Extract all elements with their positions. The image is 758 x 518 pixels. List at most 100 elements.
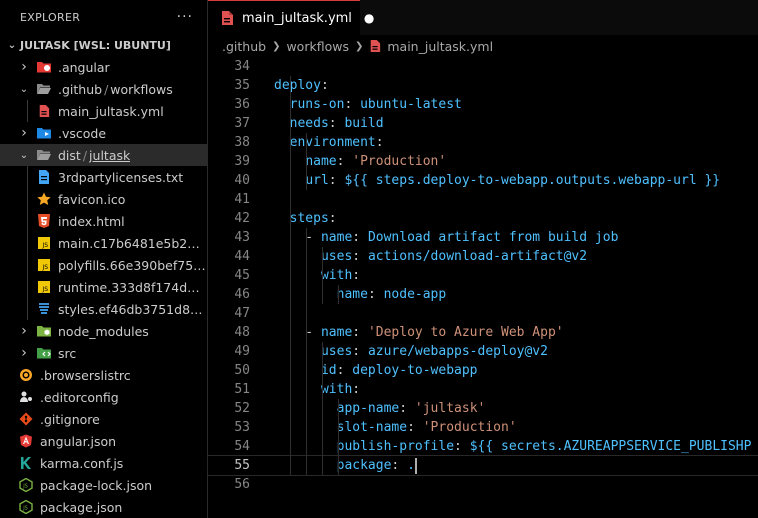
- tree-item-sublabel: workflows: [110, 81, 173, 97]
- tree-item[interactable]: › node_modules: [0, 320, 207, 342]
- tree-item[interactable]: ⌄ .github / workflows: [0, 78, 207, 100]
- tree-item-label: favicon.ico: [58, 191, 126, 207]
- code-token: 'Production': [352, 154, 447, 169]
- code-text: - name: Download artifact from build job: [274, 228, 618, 247]
- code-token: slot-name: [336, 420, 408, 435]
- line-number: 54: [234, 439, 250, 454]
- line-number: 34: [234, 59, 250, 74]
- code-token: environment: [289, 135, 376, 150]
- tree-item[interactable]: favicon.ico: [0, 188, 207, 210]
- line-number: 51: [234, 382, 250, 397]
- code-line[interactable]: 34: [208, 57, 758, 76]
- breadcrumb-item[interactable]: main_jultask.yml: [387, 39, 493, 54]
- tree-item[interactable]: › .angular: [0, 56, 207, 78]
- tree-item[interactable]: 3rdpartylicenses.txt: [0, 166, 207, 188]
- code-token: node-app: [383, 287, 447, 302]
- code-text: id: deploy-to-webapp: [274, 361, 478, 380]
- vscode-folder-icon: [36, 125, 52, 141]
- code-token: deploy-to-webapp: [352, 363, 478, 378]
- tab-main-jultask-yml[interactable]: main_jultask.yml ●: [208, 0, 374, 35]
- svg-text:JS: JS: [42, 264, 49, 271]
- indent-guide: [338, 285, 339, 304]
- tree-item[interactable]: index.html: [0, 210, 207, 232]
- line-number: 40: [234, 173, 250, 188]
- line-number: 49: [234, 344, 250, 359]
- tree-item-label: index.html: [58, 213, 125, 229]
- tree-item[interactable]: angular.json: [0, 430, 207, 452]
- code-token: package: [336, 458, 392, 473]
- breadcrumb-item[interactable]: workflows: [286, 39, 349, 54]
- tree-item[interactable]: JS polyfills.66e390bef756...: [0, 254, 207, 276]
- tree-item-label: package.json: [40, 499, 123, 515]
- tree-item[interactable]: JS package-lock.json: [0, 474, 207, 496]
- indent-guide: [27, 276, 28, 298]
- workspace-root[interactable]: ⌄ JULTASK [WSL: UBUNTU]: [0, 34, 207, 56]
- path-separator: /: [104, 81, 109, 97]
- tree-item-label: .editorconfig: [40, 389, 119, 405]
- line-number: 41: [234, 192, 250, 207]
- code-token: Download artifact from build job: [367, 230, 619, 245]
- code-token: :: [352, 344, 368, 359]
- code-token: .: [407, 458, 415, 473]
- indent-guide: [27, 166, 28, 188]
- tree-item-label: .github: [58, 81, 103, 97]
- chevron-right-icon: ›: [21, 59, 27, 75]
- code-token: :: [352, 249, 368, 264]
- code-token: with: [320, 268, 353, 283]
- nodejs-icon: JS: [18, 499, 34, 515]
- code-token: name: [336, 287, 368, 302]
- star-icon: [36, 191, 52, 207]
- folder-open-icon: [36, 147, 52, 163]
- breadcrumb: .github ❯ workflows ❯ main_jultask.yml: [208, 35, 758, 57]
- tree-item[interactable]: › .vscode: [0, 122, 207, 144]
- tree-item[interactable]: .gitignore: [0, 408, 207, 430]
- line-number: 53: [234, 420, 250, 435]
- karma-icon: [18, 455, 34, 471]
- line-number: 45: [234, 268, 250, 283]
- tree-item[interactable]: JS runtime.333d8f174da5...: [0, 276, 207, 298]
- angular-folder-icon: [36, 59, 52, 75]
- tree-item[interactable]: .browserslistrc: [0, 364, 207, 386]
- svg-text:JS: JS: [42, 242, 49, 249]
- svg-text:JS: JS: [22, 506, 28, 512]
- code-text: publish-profile: ${{ secrets.AZUREAPPSER…: [274, 437, 752, 456]
- tree-item-label: .browserslistrc: [40, 367, 131, 383]
- line-number: 39: [234, 154, 250, 169]
- tree-item[interactable]: JS package.json: [0, 496, 207, 518]
- svg-text:JS: JS: [42, 286, 49, 293]
- more-actions-button[interactable]: ···: [177, 9, 193, 25]
- tree-item[interactable]: JS main.c17b6481e5b255...: [0, 232, 207, 254]
- tree-item[interactable]: karma.conf.js: [0, 452, 207, 474]
- yaml-file-icon: [369, 39, 381, 53]
- chevron-right-icon: ❯: [354, 40, 364, 52]
- workspace-root-label: JULTASK [WSL: UBUNTU]: [20, 38, 171, 52]
- code-token: :: [391, 458, 408, 473]
- svg-text:JS: JS: [22, 484, 28, 490]
- path-separator: /: [82, 147, 88, 163]
- tree-item-label: polyfills.66e390bef756...: [58, 257, 207, 273]
- line-number: 55: [234, 458, 250, 473]
- code-token: 'jultask': [414, 401, 486, 416]
- tree-item[interactable]: ⌄ dist / jultask: [0, 144, 207, 166]
- code-text: - name: 'Deploy to Azure Web App': [274, 323, 563, 342]
- code-text: uses: actions/download-artifact@v2: [274, 247, 587, 266]
- code-editor[interactable]: 34 35 deploy: 36 runs-on: ubuntu-latest 37 n…: [207, 57, 758, 494]
- code-token: with: [320, 382, 353, 397]
- line-number: 38: [234, 135, 250, 150]
- breadcrumb-item[interactable]: .github: [222, 39, 266, 54]
- indent-guide: [290, 76, 291, 475]
- unsaved-indicator[interactable]: ●: [364, 11, 374, 25]
- tree-item[interactable]: styles.ef46db3751d8e9...: [0, 298, 207, 320]
- tree-item[interactable]: main_jultask.yml: [0, 100, 207, 122]
- chevron-right-icon: ›: [21, 125, 27, 141]
- code-token: :: [336, 363, 353, 378]
- line-number: 43: [234, 230, 250, 245]
- code-line[interactable]: 56: [208, 475, 758, 494]
- text-cursor: [414, 457, 417, 474]
- tree-item[interactable]: .editorconfig: [0, 386, 207, 408]
- tree-item[interactable]: › src: [0, 342, 207, 364]
- tree-item-label: 3rdpartylicenses.txt: [58, 169, 184, 185]
